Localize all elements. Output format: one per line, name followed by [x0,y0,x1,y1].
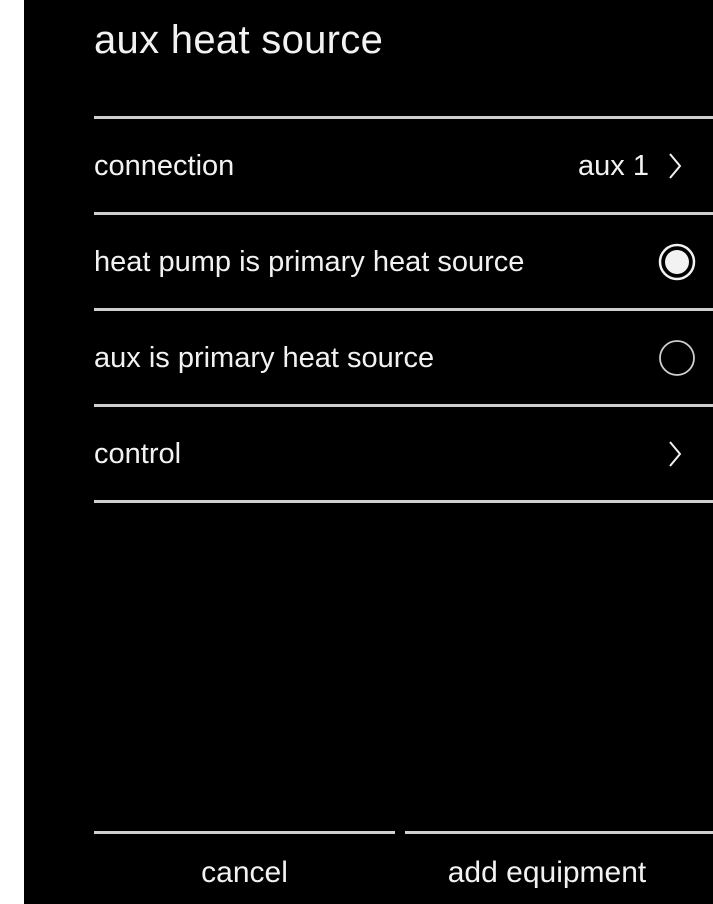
divider [94,500,713,503]
add-equipment-button[interactable]: add equipment [405,845,689,901]
aux-heat-source-panel: aux heat source connection aux 1 heat pu… [24,0,713,904]
aux-primary-label: aux is primary heat source [94,341,435,374]
radio-unselected-icon[interactable] [657,338,697,378]
aux-primary-option[interactable]: aux is primary heat source [94,311,713,405]
control-label: control [94,437,182,470]
cancel-button-line [94,831,395,834]
add-equipment-button-line [405,831,713,834]
screen: aux heat source connection aux 1 heat pu… [0,0,713,904]
heat-pump-primary-option[interactable]: heat pump is primary heat source [94,215,713,309]
cancel-button[interactable]: cancel [94,845,395,901]
control-row[interactable]: control [94,407,713,501]
chevron-right-icon [663,437,687,471]
connection-row[interactable]: connection aux 1 [94,119,713,213]
page-title: aux heat source [94,18,384,62]
connection-value: aux 1 [578,149,649,182]
radio-selected-icon[interactable] [657,242,697,282]
heat-pump-primary-label: heat pump is primary heat source [94,245,525,278]
chevron-right-icon [663,149,687,183]
connection-label: connection [94,149,235,182]
